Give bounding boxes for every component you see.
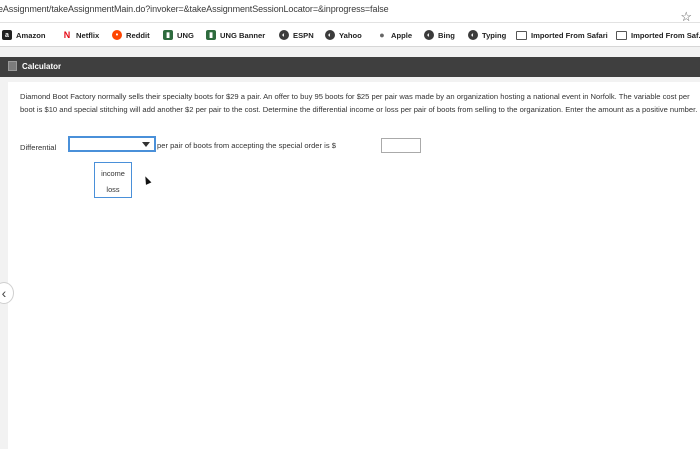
bookmark-apple[interactable]: ● Apple: [377, 28, 412, 42]
globe-icon: ◐: [279, 30, 289, 40]
calculator-label: Calculator: [22, 61, 62, 71]
ung-banner-icon: ▮: [206, 30, 216, 40]
bookmark-star-icon[interactable]: ☆: [680, 10, 692, 23]
bookmark-label: Reddit: [126, 30, 150, 40]
bookmark-label: Netflix: [76, 30, 100, 40]
bookmark-yahoo[interactable]: ◐ Yahoo: [325, 28, 362, 42]
bookmark-netflix[interactable]: N Netflix: [62, 28, 99, 42]
question-text: Diamond Boot Factory normally sells thei…: [20, 92, 698, 114]
bookmark-label: Imported From Safari: [531, 30, 608, 40]
bookmark-label: Typing: [482, 30, 507, 40]
bookmark-label: Imported From Saf...: [631, 30, 700, 40]
bookmark-ung[interactable]: ▮ UNG: [163, 28, 194, 42]
bookmarks-bar: a Amazon N Netflix • Reddit ▮ UNG ▮ UNG …: [0, 23, 700, 47]
globe-icon: ◐: [468, 30, 478, 40]
dropdown-option-loss[interactable]: loss: [95, 185, 131, 194]
income-loss-select[interactable]: [68, 136, 156, 152]
question-panel: Diamond Boot Factory normally sells thei…: [8, 82, 700, 449]
calculator-button[interactable]: Calculator: [8, 61, 61, 71]
apple-icon: ●: [377, 30, 387, 40]
address-bar[interactable]: eAssignment/takeAssignmentMain.do?invoke…: [0, 0, 700, 23]
answer-suffix-text: per pair of boots from accepting the spe…: [157, 141, 336, 150]
bookmark-folder-imported-saf[interactable]: Imported From Saf...: [616, 28, 700, 42]
netflix-icon: N: [62, 30, 72, 40]
ung-icon: ▮: [163, 30, 173, 40]
bookmark-label: ESPN: [293, 30, 314, 40]
bookmark-label: Bing: [438, 30, 455, 40]
bookmark-folder-imported-safari[interactable]: Imported From Safari: [516, 28, 608, 42]
bookmark-bing[interactable]: ◐ Bing: [424, 28, 455, 42]
bookmark-typing[interactable]: ◐ Typing: [468, 28, 506, 42]
dropdown-option-income[interactable]: income: [95, 169, 131, 178]
mouse-cursor-icon: [142, 175, 152, 185]
assignment-toolbar: Calculator: [0, 57, 700, 77]
income-loss-dropdown-menu: income loss: [94, 162, 132, 198]
bookmark-label: Apple: [391, 30, 413, 40]
bookmark-reddit[interactable]: • Reddit: [112, 28, 150, 42]
globe-icon: ◐: [424, 30, 434, 40]
assignment-page: Calculator Diamond Boot Factory normally…: [0, 47, 700, 449]
calculator-icon: [8, 61, 17, 71]
folder-icon: [616, 30, 627, 40]
bookmark-label: UNG: [177, 30, 194, 40]
globe-icon: ◐: [325, 30, 335, 40]
amount-input[interactable]: [381, 138, 421, 153]
bookmark-label: UNG Banner: [220, 30, 266, 40]
bookmark-label: Yahoo: [339, 30, 362, 40]
url-text[interactable]: eAssignment/takeAssignmentMain.do?invoke…: [0, 4, 389, 14]
bookmark-espn[interactable]: ◐ ESPN: [279, 28, 314, 42]
reddit-icon: •: [112, 30, 122, 40]
bookmark-ung-banner[interactable]: ▮ UNG Banner: [206, 28, 265, 42]
amazon-icon: a: [2, 30, 12, 40]
bookmark-label: Amazon: [16, 30, 46, 40]
folder-icon: [516, 30, 527, 40]
chevron-down-icon: [142, 142, 150, 147]
bookmark-amazon[interactable]: a Amazon: [2, 28, 46, 42]
differential-label: Differential: [20, 142, 57, 152]
